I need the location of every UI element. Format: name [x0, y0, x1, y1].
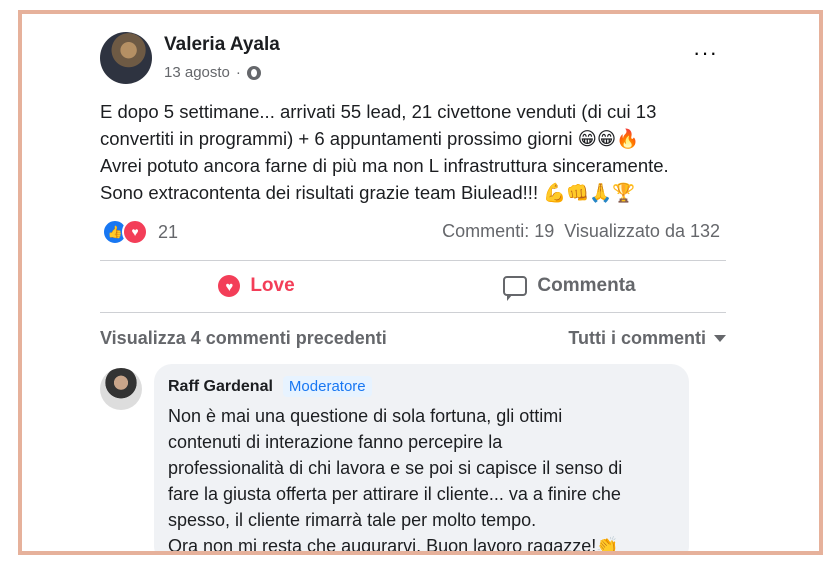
- comments-header: Visualizza 4 commenti precedenti Tutti i…: [100, 328, 726, 349]
- comment-text-line: professionalità di chi lavora e se poi s…: [168, 458, 623, 478]
- view-previous-comments[interactable]: Visualizza 4 commenti precedenti: [100, 328, 387, 349]
- comments-count[interactable]: Commenti: 19: [442, 221, 554, 242]
- divider: [100, 312, 726, 313]
- commenter-name[interactable]: Raff Gardenal: [168, 378, 273, 396]
- screenshot-frame: Valeria Ayala 13 agosto · ··· E dopo 5 s…: [18, 10, 823, 555]
- comment-text-line: contenuti di interazione fanno percepire…: [168, 432, 503, 452]
- post-text-line: convertiti in programmi) + 6 appuntament…: [100, 128, 640, 149]
- comment-text: Non è mai una questione di sola fortuna,…: [168, 403, 675, 555]
- love-label: Love: [250, 275, 295, 296]
- post-meta: 13 agosto ·: [164, 64, 261, 81]
- love-icon: ♥: [218, 275, 241, 297]
- post-text-line: Avrei potuto ancora farne di più ma non …: [100, 155, 669, 176]
- sort-label: Tutti i commenti: [568, 328, 706, 348]
- commenter-avatar[interactable]: [100, 368, 142, 410]
- post-author[interactable]: Valeria Ayala: [164, 34, 280, 56]
- comment-text-line: spesso, il cliente rimarrà tale per molt…: [168, 510, 537, 530]
- post-actions: ♥ Love Commenta: [100, 260, 726, 312]
- post-text-line: E dopo 5 settimane... arrivati 55 lead, …: [100, 101, 657, 122]
- comment-button[interactable]: Commenta: [413, 260, 726, 312]
- comment-icon: [503, 276, 528, 301]
- comment-header: Raff Gardenal Moderatore: [168, 376, 675, 397]
- moderator-badge: Moderatore: [282, 376, 372, 397]
- views-count: Visualizzato da 132: [564, 221, 720, 241]
- facebook-post: Valeria Ayala 13 agosto · ··· E dopo 5 s…: [98, 14, 728, 551]
- comments-sort-dropdown[interactable]: Tutti i commenti: [568, 328, 726, 349]
- post-stats: Commenti: 19 Visualizzato da 132: [442, 221, 720, 242]
- caret-down-icon: [714, 335, 726, 342]
- comment-text-line: fare la giusta offerta per attirare il c…: [168, 484, 621, 504]
- comment-text-line: Ora non mi resta che augurarvi. Buon lav…: [168, 536, 619, 555]
- post-date[interactable]: 13 agosto: [164, 64, 230, 81]
- author-avatar[interactable]: [100, 32, 152, 84]
- reaction-count: 21: [158, 221, 179, 242]
- post-text-line: Sono extracontenta dei risultati grazie …: [100, 182, 636, 203]
- love-button[interactable]: ♥ Love: [100, 260, 413, 312]
- reactions-summary[interactable]: 👍 ♥ 21: [102, 219, 178, 245]
- comment-text-line: Non è mai una questione di sola fortuna,…: [168, 406, 563, 426]
- love-icon: ♥: [122, 219, 148, 245]
- post-text: E dopo 5 settimane... arrivati 55 lead, …: [100, 98, 725, 206]
- more-icon[interactable]: ···: [693, 40, 718, 66]
- comment-label: Commenta: [537, 275, 636, 296]
- globe-icon: [246, 65, 261, 80]
- comment-bubble: Raff Gardenal Moderatore Non è mai una q…: [154, 364, 689, 555]
